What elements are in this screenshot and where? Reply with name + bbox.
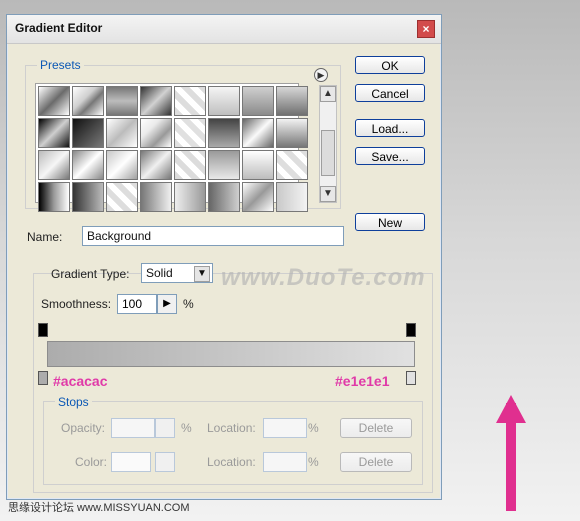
opacity-stop-right[interactable] bbox=[406, 323, 416, 337]
gradient-editor-dialog: Gradient Editor × Presets ▶ ▲ ▼ OK Cance… bbox=[6, 14, 442, 500]
ok-button[interactable]: OK bbox=[355, 56, 425, 74]
gradient-type-label: Gradient Type: bbox=[51, 267, 130, 281]
preset-swatch[interactable] bbox=[140, 182, 172, 212]
color-location-percent: % bbox=[308, 455, 319, 469]
color-swatch[interactable] bbox=[111, 452, 151, 472]
preset-swatch[interactable] bbox=[208, 182, 240, 212]
preset-swatch[interactable] bbox=[242, 150, 274, 180]
presets-menu-icon[interactable]: ▶ bbox=[314, 68, 328, 82]
preset-swatch[interactable] bbox=[140, 150, 172, 180]
preset-swatch[interactable] bbox=[208, 150, 240, 180]
gradient-type-value: Solid bbox=[146, 266, 173, 280]
preset-swatch[interactable] bbox=[38, 118, 70, 148]
opacity-stop-left[interactable] bbox=[38, 323, 48, 337]
preset-swatch[interactable] bbox=[276, 182, 308, 212]
presets-legend: Presets bbox=[37, 58, 84, 72]
pink-arrow-shaft bbox=[506, 403, 516, 511]
preset-swatch[interactable] bbox=[174, 118, 206, 148]
scroll-down-icon[interactable]: ▼ bbox=[320, 186, 336, 202]
preset-swatch[interactable] bbox=[72, 182, 104, 212]
color-location-input[interactable] bbox=[263, 452, 307, 472]
preset-swatch[interactable] bbox=[38, 182, 70, 212]
scroll-thumb[interactable] bbox=[321, 130, 335, 176]
smoothness-input[interactable]: 100 bbox=[117, 294, 157, 314]
preset-swatch[interactable] bbox=[276, 118, 308, 148]
preset-swatch[interactable] bbox=[106, 182, 138, 212]
smoothness-arrow-icon[interactable]: ▶ bbox=[157, 294, 177, 314]
preset-swatch[interactable] bbox=[140, 118, 172, 148]
load-button[interactable]: Load... bbox=[355, 119, 425, 137]
opacity-location-percent: % bbox=[308, 421, 319, 435]
preset-swatch[interactable] bbox=[140, 86, 172, 116]
opacity-location-label: Location: bbox=[207, 421, 256, 435]
preset-swatch[interactable] bbox=[242, 86, 274, 116]
close-icon[interactable]: × bbox=[417, 20, 435, 38]
left-color-label: #acacac bbox=[53, 373, 108, 389]
preset-swatch[interactable] bbox=[174, 150, 206, 180]
preset-swatch[interactable] bbox=[72, 118, 104, 148]
smoothness-label: Smoothness: bbox=[41, 297, 112, 311]
opacity-input[interactable] bbox=[111, 418, 155, 438]
cancel-button[interactable]: Cancel bbox=[355, 84, 425, 102]
gradient-type-select[interactable]: Solid ▼ bbox=[141, 263, 213, 283]
preset-swatch[interactable] bbox=[208, 118, 240, 148]
preset-swatch[interactable] bbox=[106, 118, 138, 148]
stops-group bbox=[43, 401, 423, 485]
color-stop-left[interactable] bbox=[38, 371, 48, 385]
footer-watermark: 思缘设计论坛 www.MISSYUAN.COM bbox=[8, 502, 190, 514]
duote-watermark: www.DuoTe.com bbox=[221, 264, 426, 291]
save-button[interactable]: Save... bbox=[355, 147, 425, 165]
presets-scrollbar[interactable]: ▲ ▼ bbox=[319, 85, 337, 203]
preset-swatch[interactable] bbox=[208, 86, 240, 116]
opacity-percent: % bbox=[181, 421, 192, 435]
preset-swatch[interactable] bbox=[174, 182, 206, 212]
preset-swatch[interactable] bbox=[242, 182, 274, 212]
color-location-label: Location: bbox=[207, 455, 256, 469]
color-stop-right[interactable] bbox=[406, 371, 416, 385]
preset-swatch[interactable] bbox=[106, 86, 138, 116]
name-label: Name: bbox=[27, 230, 63, 244]
gradient-preview-bar[interactable] bbox=[47, 341, 415, 367]
chevron-down-icon[interactable]: ▼ bbox=[194, 266, 210, 282]
stops-legend: Stops bbox=[55, 395, 92, 409]
preset-swatch[interactable] bbox=[276, 150, 308, 180]
smoothness-percent: % bbox=[183, 297, 194, 311]
opacity-arrow-icon[interactable] bbox=[155, 418, 175, 438]
right-color-label: #e1e1e1 bbox=[335, 373, 390, 389]
new-button[interactable]: New bbox=[355, 213, 425, 231]
preset-swatch[interactable] bbox=[276, 86, 308, 116]
preset-swatch[interactable] bbox=[106, 150, 138, 180]
preset-swatch[interactable] bbox=[38, 86, 70, 116]
preset-swatch[interactable] bbox=[72, 150, 104, 180]
title-bar: Gradient Editor × bbox=[7, 15, 441, 44]
preset-swatch[interactable] bbox=[242, 118, 274, 148]
opacity-label: Opacity: bbox=[61, 421, 106, 435]
presets-grid bbox=[35, 83, 308, 212]
scroll-up-icon[interactable]: ▲ bbox=[320, 86, 336, 102]
opacity-location-input[interactable] bbox=[263, 418, 307, 438]
name-input[interactable]: Background bbox=[82, 226, 344, 246]
delete-color-stop-button[interactable]: Delete bbox=[340, 452, 412, 472]
window-title: Gradient Editor bbox=[15, 21, 103, 35]
color-label: Color: bbox=[75, 455, 108, 469]
preset-swatch[interactable] bbox=[72, 86, 104, 116]
preset-swatch[interactable] bbox=[38, 150, 70, 180]
delete-opacity-stop-button[interactable]: Delete bbox=[340, 418, 412, 438]
color-arrow-icon[interactable] bbox=[155, 452, 175, 472]
preset-swatch[interactable] bbox=[174, 86, 206, 116]
